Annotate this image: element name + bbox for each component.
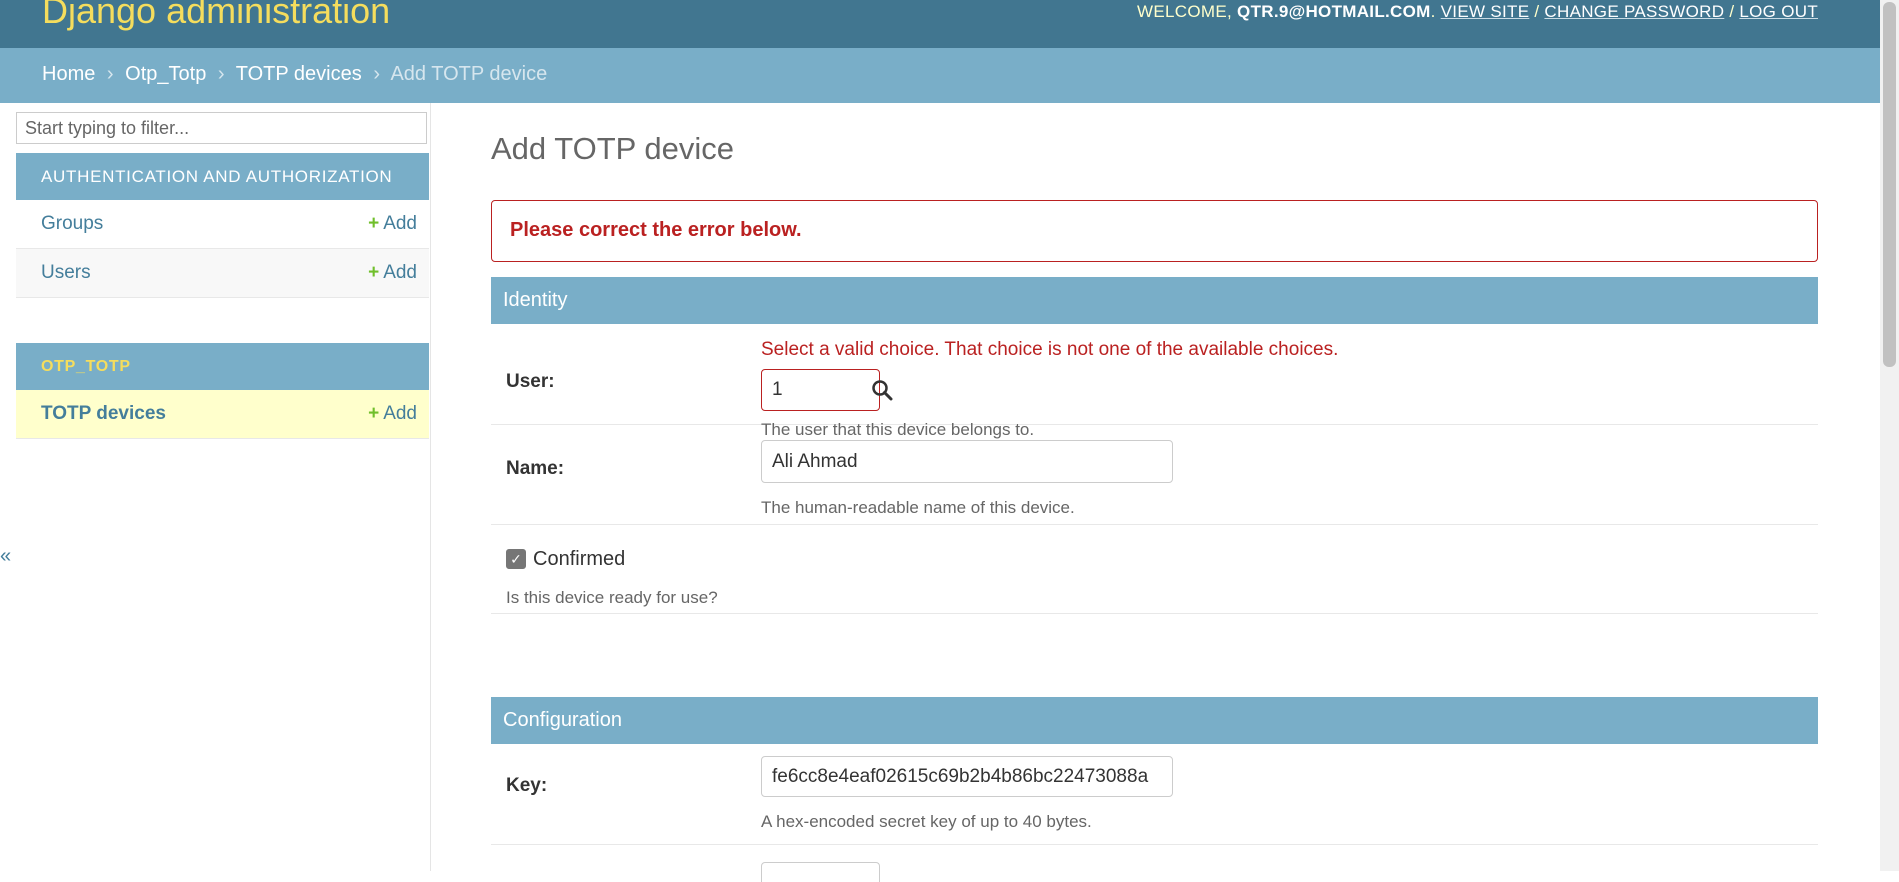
user-id-input[interactable] (761, 369, 880, 411)
confirmed-help: Is this device ready for use? (506, 588, 718, 607)
user-label: User: (506, 371, 555, 392)
key-label: Key: (506, 775, 548, 796)
change-password-link[interactable]: CHANGE PASSWORD (1544, 2, 1724, 21)
search-icon[interactable] (871, 379, 893, 406)
next-field-input[interactable] (761, 862, 880, 882)
form-row-user: User: Select a valid choice. That choice… (491, 324, 1818, 439)
breadcrumb-current: Add TOTP device (390, 63, 548, 85)
confirmed-label[interactable]: Confirmed (533, 548, 625, 571)
fieldset-caption-identity: Identity (491, 277, 1818, 324)
sidebar-filter-input[interactable] (16, 112, 427, 144)
name-input[interactable] (761, 440, 1173, 483)
name-label: Name: (506, 458, 565, 479)
sidebar-item-label[interactable]: Groups (41, 213, 103, 235)
fieldset-caption-configuration: Configuration (491, 697, 1818, 744)
plus-icon: + (368, 262, 380, 283)
collapse-sidebar-icon[interactable]: « (0, 545, 11, 568)
key-help: A hex-encoded secret key of up to 40 byt… (761, 812, 1092, 831)
welcome-text: WELCOME, (1137, 2, 1233, 21)
log-out-link[interactable]: LOG OUT (1739, 2, 1818, 21)
page-scrollbar[interactable] (1880, 0, 1899, 871)
site-brand[interactable]: Django administration (42, 0, 390, 32)
breadcrumb-separator: › (217, 63, 225, 85)
module-caption-auth[interactable]: AUTHENTICATION AND AUTHORIZATION (16, 153, 429, 200)
site-header: Django administration WELCOME, QTR.9@HOT… (0, 0, 1880, 48)
add-totp-device-link[interactable]: + Add (368, 403, 417, 425)
page-title: Add TOTP device (491, 131, 734, 166)
user-error: Select a valid choice. That choice is no… (761, 339, 1339, 360)
form-row-confirmed: ✓ Confirmed Is this device ready for use… (491, 525, 1818, 614)
add-users-link[interactable]: + Add (368, 262, 417, 284)
confirmed-checkbox[interactable]: ✓ (506, 549, 526, 569)
nav-sidebar: AUTHENTICATION AND AUTHORIZATION Groups … (0, 103, 431, 871)
name-help: The human-readable name of this device. (761, 498, 1075, 517)
username: QTR.9@HOTMAIL.COM (1237, 2, 1431, 21)
add-groups-link[interactable]: + Add (368, 213, 417, 235)
form-row-key: Key: A hex-encoded secret key of up to 4… (491, 744, 1818, 845)
module-caption-otp-totp[interactable]: OTP_TOTP (16, 343, 429, 390)
error-note: Please correct the error below. (491, 200, 1818, 262)
sidebar-item-totp-devices: TOTP devices + Add (16, 390, 429, 439)
sidebar-item-users: Users + Add (16, 249, 429, 298)
sidebar-item-groups: Groups + Add (16, 200, 429, 249)
scrollbar-thumb[interactable] (1883, 2, 1896, 367)
plus-icon: + (368, 213, 380, 234)
breadcrumb-home[interactable]: Home (42, 63, 95, 85)
view-site-link[interactable]: VIEW SITE (1441, 2, 1530, 21)
sidebar-item-label[interactable]: Users (41, 262, 91, 284)
form-row-name: Name: The human-readable name of this de… (491, 425, 1818, 525)
plus-icon: + (368, 403, 380, 424)
separator: / (1534, 2, 1540, 21)
breadcrumb: Home › Otp_Totp › TOTP devices › Add TOT… (0, 48, 1880, 103)
breadcrumb-separator: › (106, 63, 114, 85)
breadcrumb-separator: › (373, 63, 380, 85)
breadcrumb-model[interactable]: TOTP devices (236, 63, 362, 85)
separator: / (1729, 2, 1735, 21)
breadcrumb-app[interactable]: Otp_Totp (125, 63, 206, 85)
key-input[interactable] (761, 756, 1173, 797)
sidebar-item-label[interactable]: TOTP devices (41, 403, 166, 425)
user-tools: WELCOME, QTR.9@HOTMAIL.COM. VIEW SITE / … (1137, 2, 1818, 21)
